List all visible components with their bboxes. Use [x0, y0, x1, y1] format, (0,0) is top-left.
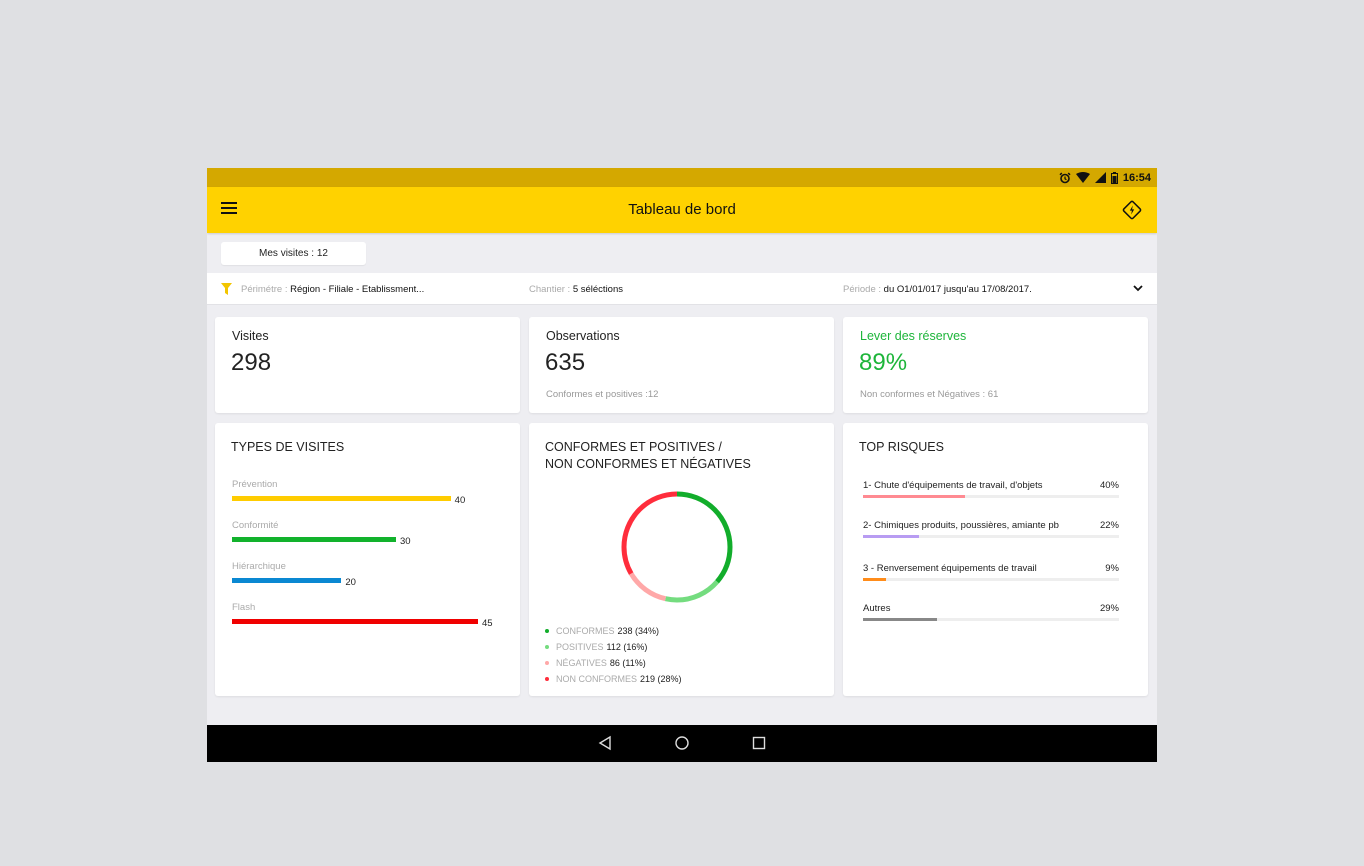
signal-icon [1094, 172, 1106, 183]
legend-value: 112 (16%) [606, 642, 648, 652]
alarm-icon [1059, 171, 1071, 183]
visit-type-row: Conformité 30 [232, 520, 411, 547]
visit-type-row: Hiérarchique 20 [232, 561, 356, 588]
risk-value: 9% [1105, 563, 1119, 574]
risk-track [863, 535, 1119, 538]
kpi-visites-card[interactable]: Visites 298 [215, 317, 520, 413]
legend-dot [545, 661, 549, 665]
kpi-reserves-value: 89% [859, 349, 908, 376]
kpi-reserves-sub: Non conformes et Négatives : 61 [860, 389, 999, 400]
conformes-title-line2: NON CONFORMES ET NÉGATIVES [545, 457, 751, 471]
legend-item: NÉGATIVES 86 (11%) [545, 655, 682, 671]
top-risques-card: TOP RISQUES 1- Chute d'équipements de tr… [843, 423, 1148, 696]
legend-label: POSITIVES [556, 642, 604, 652]
warning-diamond-lightning-icon[interactable] [1121, 199, 1143, 221]
risk-fill [863, 618, 938, 621]
legend-value: 238 (34%) [617, 626, 660, 636]
legend-item: CONFORMES 238 (34%) [545, 623, 682, 639]
top-risques-title: TOP RISQUES [859, 440, 944, 454]
donut-chart [621, 491, 733, 603]
status-bar: 16:54 [207, 168, 1157, 187]
legend-dot [545, 629, 549, 633]
chantier-value: 5 séléctions [572, 284, 623, 295]
visit-type-label: Flash [232, 602, 256, 613]
perimetre-filter[interactable]: Périmétre : Région - Filiale - Etablissm… [241, 284, 424, 295]
risk-fill [863, 535, 920, 538]
visit-type-bar [232, 619, 478, 624]
risk-label: 3 - Renversement équipements de travail [863, 563, 1037, 574]
donut-legend: CONFORMES 238 (34%) POSITIVES 112 (16%) NÉGA… [545, 623, 682, 687]
visit-type-bar [232, 578, 342, 583]
my-visits-button[interactable]: Mes visites : 12 [221, 242, 366, 265]
legend-label: CONFORMES [556, 626, 615, 636]
risk-fill [863, 578, 887, 581]
risk-item[interactable]: 3 - Renversement équipements de travail 9… [863, 563, 1119, 581]
risk-item[interactable]: Autres 29% [863, 603, 1119, 621]
visit-type-bar [232, 537, 396, 542]
types-visites-card: TYPES DE VISITES Prévention 40 Conformité 3… [215, 423, 520, 696]
risk-track [863, 495, 1119, 498]
visit-type-value: 45 [482, 618, 493, 629]
risk-item[interactable]: 1- Chute d'équipements de travail, d'obj… [863, 480, 1119, 498]
periode-value: du O1/01/017 jusqu'au 17/08/2017. [883, 284, 1032, 295]
status-time: 16:54 [1122, 171, 1151, 184]
legend-label: NON CONFORMES [556, 674, 637, 684]
risk-label: 1- Chute d'équipements de travail, d'obj… [863, 480, 1043, 491]
legend-value: 86 (11%) [609, 658, 646, 668]
risk-value: 40% [1099, 480, 1119, 491]
kpi-observations-card[interactable]: Observations 635 Conformes et positives … [529, 317, 834, 413]
legend-dot [545, 645, 549, 649]
kpi-visites-value: 298 [231, 349, 272, 376]
risk-track [863, 578, 1119, 581]
risk-item[interactable]: 2- Chimiques produits, poussières, amian… [863, 520, 1119, 538]
back-icon[interactable] [597, 735, 613, 751]
android-nav-bar [207, 725, 1157, 762]
visit-type-row: Prévention 40 [232, 479, 466, 506]
page-title: Tableau de bord [628, 201, 736, 218]
wifi-icon [1075, 172, 1090, 183]
filter-bar[interactable]: Périmétre : Région - Filiale - Etablissm… [207, 273, 1157, 305]
kpi-visites-title: Visites [232, 329, 269, 343]
legend-dot [545, 677, 549, 681]
legend-value: 219 (28%) [640, 674, 682, 684]
visit-type-value: 20 [345, 577, 356, 588]
battery-icon [1110, 171, 1118, 184]
kpi-observations-title: Observations [546, 329, 620, 343]
visit-type-label: Prévention [232, 479, 278, 490]
risk-label: Autres [863, 603, 891, 614]
visit-type-label: Hiérarchique [232, 561, 286, 572]
kpi-observations-value: 635 [545, 349, 586, 376]
kpi-reserves-card[interactable]: Lever des réserves 89% Non conformes et … [843, 317, 1148, 413]
conformes-title: CONFORMES ET POSITIVES / NON CONFORMES E… [545, 439, 751, 473]
risk-fill [863, 495, 966, 498]
recents-icon[interactable] [751, 735, 767, 751]
home-icon[interactable] [674, 735, 690, 751]
app-bar: Tableau de bord [207, 187, 1157, 233]
visit-type-row: Flash 45 [232, 602, 493, 629]
chevron-down-icon[interactable] [1133, 285, 1143, 292]
visit-type-label: Conformité [232, 520, 279, 531]
chantier-filter[interactable]: Chantier : 5 séléctions [529, 284, 623, 295]
kpi-observations-sub: Conformes et positives :12 [546, 389, 659, 400]
types-visites-title: TYPES DE VISITES [231, 440, 345, 454]
visit-type-value: 40 [454, 495, 466, 506]
legend-label: NÉGATIVES [556, 658, 607, 668]
periode-filter[interactable]: Période : du O1/01/017 jusqu'au 17/08/20… [843, 284, 1032, 295]
filter-icon [221, 283, 232, 295]
conformes-title-line1: CONFORMES ET POSITIVES / [545, 440, 722, 454]
legend-item: NON CONFORMES 219 (28%) [545, 671, 682, 687]
tablet-screen: 16:54 Tableau de bord Mes visites : 12 P… [207, 168, 1157, 762]
conformes-card: CONFORMES ET POSITIVES / NON CONFORMES E… [529, 423, 834, 696]
risk-value: 29% [1099, 603, 1119, 614]
risk-label: 2- Chimiques produits, poussières, amian… [863, 520, 1059, 531]
risk-track [863, 618, 1119, 621]
perimetre-value: Région - Filiale - Etablissment... [290, 284, 425, 295]
kpi-reserves-title: Lever des réserves [860, 329, 967, 343]
visit-type-value: 30 [400, 536, 411, 547]
legend-item: POSITIVES 112 (16%) [545, 639, 682, 655]
risk-value: 22% [1099, 520, 1119, 531]
visit-type-bar [232, 496, 451, 501]
